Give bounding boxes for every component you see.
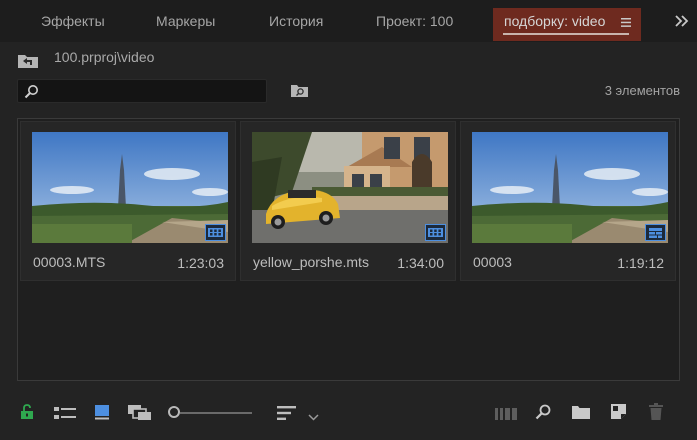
item-count: 3 элементов: [604, 83, 680, 98]
bottom-toolbar: [0, 398, 697, 428]
clip-duration: 1:23:03: [177, 255, 224, 271]
hamburger-menu-icon[interactable]: [621, 11, 632, 27]
tab-label: История: [269, 13, 324, 29]
clip-thumbnail: [472, 132, 668, 243]
automate-to-sequence-icon[interactable]: [495, 407, 517, 425]
tab-project[interactable]: Проект: 100: [376, 10, 453, 32]
find-icon[interactable]: [535, 404, 551, 425]
list-view-icon[interactable]: [54, 406, 76, 425]
tab-bin-video[interactable]: подборку: video: [493, 8, 642, 41]
clear-trash-icon[interactable]: [649, 403, 663, 425]
new-item-icon[interactable]: [611, 404, 626, 424]
tab-label: Маркеры: [156, 13, 216, 29]
lock-open-icon[interactable]: [20, 404, 34, 425]
clip-name: 00003: [473, 254, 512, 270]
tab-label: Проект: 100: [376, 13, 454, 29]
clip-duration: 1:34:00: [397, 255, 444, 271]
sequence-icon: [645, 224, 666, 241]
video-clip-icon: [205, 224, 226, 241]
search-field[interactable]: [17, 79, 267, 103]
clip-item[interactable]: 00003.MTS 1:23:03: [20, 121, 236, 281]
panel-tab-bar: Эффекты Маркеры История Проект: 100 подб…: [0, 0, 697, 42]
navigate-up-folder-icon[interactable]: [17, 52, 39, 69]
zoom-slider-track[interactable]: [180, 412, 252, 414]
tab-label: подборку: video: [504, 13, 606, 29]
freeform-view-icon[interactable]: [128, 405, 152, 426]
chevron-down-icon[interactable]: [308, 408, 319, 426]
clip-name: 00003.MTS: [33, 254, 106, 270]
tab-label: Эффекты: [41, 13, 105, 29]
clip-thumbnail: [32, 132, 228, 243]
zoom-slider-handle[interactable]: [168, 406, 180, 418]
clip-duration: 1:19:12: [617, 255, 664, 271]
double-chevron-right-icon[interactable]: [675, 14, 689, 27]
tab-history[interactable]: История: [269, 10, 323, 32]
sort-icons-icon[interactable]: [277, 406, 296, 425]
magnifier-icon: [24, 84, 39, 99]
bin-icon-view: 00003.MTS 1:23:03 yellow_porshe.mts 1:34…: [17, 118, 680, 381]
sequence-item[interactable]: 00003 1:19:12: [460, 121, 676, 281]
active-tab-underline: [503, 33, 630, 35]
clip-item[interactable]: yellow_porshe.mts 1:34:00: [240, 121, 456, 281]
new-search-bin-icon[interactable]: [290, 83, 309, 98]
tab-effects[interactable]: Эффекты: [41, 10, 105, 32]
new-bin-icon[interactable]: [572, 405, 590, 424]
bin-path-text: 100.prproj\video: [54, 49, 155, 65]
search-input[interactable]: [44, 82, 262, 100]
clip-name: yellow_porshe.mts: [253, 254, 369, 270]
icon-view-icon[interactable]: [95, 405, 109, 425]
project-panel: Эффекты Маркеры История Проект: 100 подб…: [0, 0, 697, 440]
tab-markers[interactable]: Маркеры: [156, 10, 215, 32]
clip-thumbnail: [252, 132, 448, 243]
video-clip-icon: [425, 224, 446, 241]
